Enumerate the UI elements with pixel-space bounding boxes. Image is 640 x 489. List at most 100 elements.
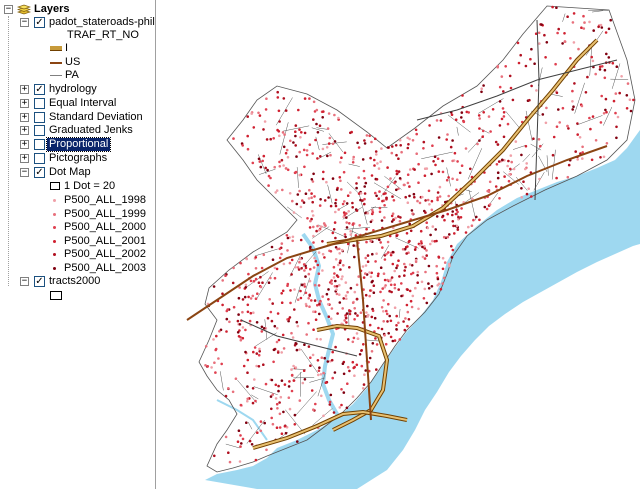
dot-density-point (292, 379, 296, 382)
philadelphia-dot-density-map[interactable] (157, 0, 640, 489)
dot-density-point (488, 180, 492, 184)
layer-label-equal-interval[interactable]: Equal Interval (49, 97, 116, 110)
dot-density-point (395, 324, 398, 327)
dot-density-point (584, 91, 588, 94)
dot-density-point (282, 410, 285, 414)
dot-density-point (244, 286, 248, 289)
layers-root-label[interactable]: Layers (34, 3, 69, 16)
dot-density-point (277, 338, 281, 342)
dot-density-point (512, 167, 516, 171)
dot-density-point (478, 117, 482, 120)
layer-row-stateroads[interactable]: − ✓ padot_stateroads-philad (20, 16, 155, 29)
layer-row-tracts2000[interactable]: − ✓ tracts2000 (20, 275, 155, 288)
dot-density-point (345, 221, 348, 224)
layer-visibility-checkbox[interactable] (34, 139, 45, 150)
dot-density-point (210, 366, 213, 369)
dot-field-label: P500_ALL_1999 (64, 207, 146, 220)
layer-label-hydrology[interactable]: hydrology (49, 83, 97, 96)
dot-density-point (278, 401, 281, 404)
layer-label-stateroads[interactable]: padot_stateroads-philad (49, 16, 155, 29)
dot-density-point (292, 141, 295, 144)
layer-visibility-checkbox[interactable]: ✓ (34, 276, 45, 287)
layer-row-pictographs[interactable]: + Pictographs (20, 152, 155, 165)
collapse-icon[interactable]: − (20, 168, 29, 177)
dot-density-point (395, 314, 398, 318)
map-view[interactable] (157, 0, 640, 489)
dot-density-point (373, 158, 376, 162)
dot-value-label: 1 Dot = 20 (64, 180, 116, 192)
dot-density-point (280, 292, 283, 295)
expand-icon[interactable]: + (20, 154, 29, 163)
dot-density-point (257, 353, 261, 357)
dot-density-point (267, 184, 270, 187)
layer-label-standard-deviation[interactable]: Standard Deviation (49, 111, 143, 124)
dot-density-point (502, 111, 506, 114)
expand-icon[interactable]: + (20, 126, 29, 135)
dot-density-point (346, 382, 349, 386)
dot-density-point (294, 366, 298, 369)
dot-density-point (558, 121, 561, 124)
dot-density-point (291, 199, 294, 203)
expand-icon[interactable]: + (20, 140, 29, 149)
layer-label-proportional[interactable]: Proportional (45, 137, 112, 152)
dot-density-point (212, 285, 216, 288)
dot-density-point (237, 296, 241, 300)
dot-density-point (406, 201, 410, 204)
dot-density-point (344, 281, 348, 284)
dot-density-point (362, 169, 366, 173)
dot-density-point (299, 289, 302, 293)
layer-label-dot-map[interactable]: Dot Map (49, 166, 91, 179)
dot-density-point (393, 283, 396, 287)
dot-density-point (265, 138, 269, 141)
dot-density-point (604, 97, 608, 101)
layer-row-proportional[interactable]: + Proportional (20, 137, 155, 152)
dot-density-point (327, 288, 330, 291)
collapse-icon[interactable]: − (4, 5, 13, 14)
dot-density-point (225, 317, 229, 321)
layer-label-pictographs[interactable]: Pictographs (49, 152, 107, 165)
dot-density-point (280, 351, 283, 354)
dot-density-point (351, 206, 354, 209)
collapse-icon[interactable]: − (20, 277, 29, 286)
layer-visibility-checkbox[interactable] (34, 112, 45, 123)
layer-visibility-checkbox[interactable] (34, 98, 45, 109)
layer-visibility-checkbox[interactable]: ✓ (34, 167, 45, 178)
dot-density-point (422, 297, 426, 300)
layer-label-graduated-jenks[interactable]: Graduated Jenks (49, 124, 133, 137)
layer-row-standard-deviation[interactable]: + Standard Deviation (20, 111, 155, 124)
dot-density-point (388, 289, 391, 293)
layer-row-graduated-jenks[interactable]: + Graduated Jenks (20, 124, 155, 137)
layer-row-hydrology[interactable]: + ✓ hydrology (20, 83, 155, 96)
dot-density-point (368, 134, 371, 138)
layer-label-tracts2000[interactable]: tracts2000 (49, 275, 100, 288)
layer-visibility-checkbox[interactable]: ✓ (34, 17, 45, 28)
dot-density-point (213, 454, 216, 458)
dot-density-point (342, 170, 346, 174)
dot-field-label: P500_ALL_1998 (64, 194, 146, 206)
dot-density-point (516, 41, 520, 45)
dot-density-point (487, 115, 491, 118)
expand-icon[interactable]: + (20, 85, 29, 94)
toc-root-row[interactable]: − Layers (4, 3, 154, 16)
dot-density-point (285, 148, 289, 152)
layer-row-dot-map[interactable]: − ✓ Dot Map (20, 166, 155, 179)
layer-visibility-checkbox[interactable] (34, 153, 45, 164)
layer-visibility-checkbox[interactable]: ✓ (34, 84, 45, 95)
dot-density-point (308, 246, 312, 250)
layer-visibility-checkbox[interactable] (34, 125, 45, 136)
dot-density-point (227, 451, 230, 455)
dot-density-point (280, 379, 284, 383)
layer-row-equal-interval[interactable]: + Equal Interval (20, 97, 155, 110)
collapse-icon[interactable]: − (20, 18, 29, 27)
dot-density-point (411, 212, 414, 215)
dot-density-point (456, 210, 459, 214)
dot-density-point (520, 187, 523, 190)
dot-density-point (397, 157, 400, 160)
dot-density-point (288, 407, 292, 411)
dot-density-point (370, 140, 373, 144)
expand-icon[interactable]: + (20, 113, 29, 122)
dot-density-point (436, 198, 439, 202)
dot-density-point (374, 260, 377, 263)
expand-icon[interactable]: + (20, 99, 29, 108)
dot-density-point (285, 234, 289, 237)
